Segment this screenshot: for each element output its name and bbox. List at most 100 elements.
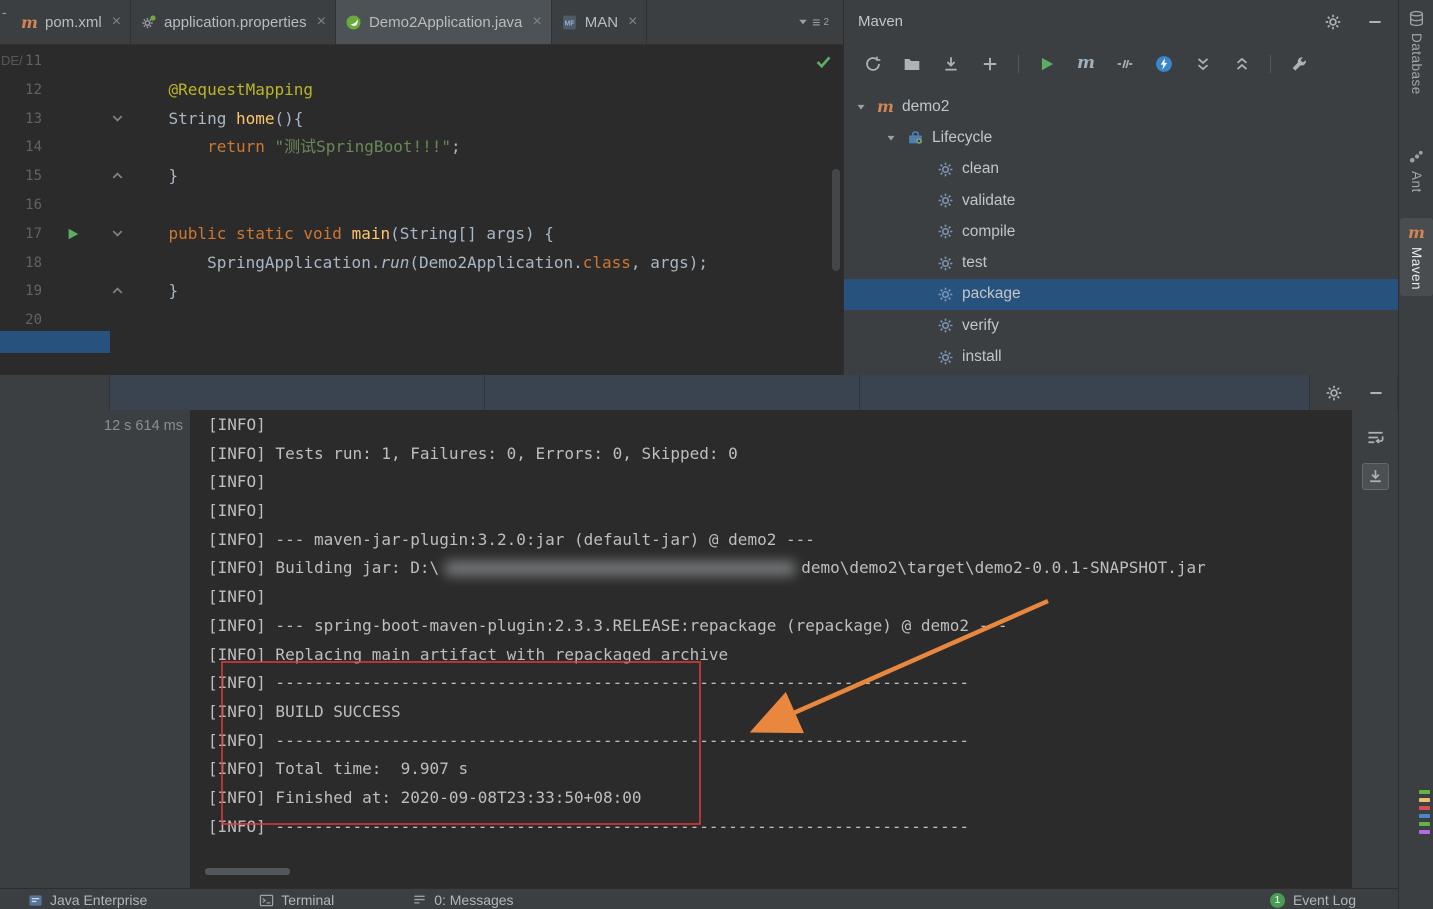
console-line: [INFO] --- spring-boot-maven-plugin:2.3.… <box>208 612 1352 641</box>
stripe-item-database[interactable]: Database <box>1400 4 1433 101</box>
console-hscrollbar-thumb[interactable] <box>205 868 290 875</box>
goal-icon <box>937 161 954 178</box>
maven-node-lifecycle[interactable]: Lifecycle <box>844 122 1398 153</box>
code-line-15: 15 } <box>0 162 843 191</box>
editor-tab-application-properties[interactable]: application.properties× <box>131 0 336 44</box>
console-line: [INFO] ---------------------------------… <box>208 727 1352 756</box>
editor-lines: 1112 @RequestMapping13 String home(){14 … <box>0 47 843 335</box>
add-icon[interactable] <box>977 51 1003 77</box>
console-line: [INFO] <box>208 497 1352 526</box>
gutter <box>44 133 130 162</box>
maven-node-test[interactable]: test <box>844 247 1398 278</box>
execute-goal-icon[interactable]: m <box>1073 51 1099 77</box>
run-icon[interactable] <box>66 227 80 241</box>
tree-label: install <box>960 348 1002 366</box>
console-output[interactable]: [INFO][INFO] Tests run: 1, Failures: 0, … <box>190 410 1352 888</box>
database-icon <box>1408 10 1425 27</box>
stripe-item-ant[interactable]: Ant <box>1400 142 1433 199</box>
side-marker <box>1419 822 1430 826</box>
maven-node-verify[interactable]: verify <box>844 310 1398 341</box>
maven-title: Maven <box>858 13 903 30</box>
edge-artifact-text: DE/ <box>1 53 23 68</box>
code-line-17: 17 public static void main(String[] args… <box>0 220 843 249</box>
status-label: 0: Messages <box>434 892 513 908</box>
fold-down-icon[interactable] <box>110 111 125 126</box>
soft-wrap-icon[interactable] <box>1362 424 1389 451</box>
stripe-item-maven[interactable]: mMaven <box>1400 218 1433 296</box>
java-enterprise-icon <box>28 893 43 908</box>
status-java-enterprise[interactable]: Java Enterprise <box>28 889 147 908</box>
hidden-tabs-dropdown[interactable]: ≡2 <box>797 0 843 44</box>
maven-node-install[interactable]: install <box>844 341 1398 372</box>
hidden-tabs-count: 2 <box>823 17 829 28</box>
skip-tests-icon[interactable] <box>1112 51 1138 77</box>
maven-node-validate[interactable]: validate <box>844 185 1398 216</box>
status-label: Java Enterprise <box>50 892 147 908</box>
fold-up-icon[interactable] <box>110 283 125 298</box>
console-line: [INFO] Total time: 9.907 s <box>208 755 1352 784</box>
scroll-to-end-icon[interactable] <box>1362 463 1389 490</box>
refresh-icon[interactable] <box>860 51 886 77</box>
close-icon[interactable]: × <box>532 14 541 30</box>
chevron-down-icon <box>797 16 809 28</box>
status-items: Java Enterprise Terminal 0: Messages <box>0 889 514 908</box>
download-sources-icon[interactable] <box>938 51 964 77</box>
gear-icon[interactable] <box>1325 384 1343 402</box>
status-label: Terminal <box>281 892 334 908</box>
fold-down-icon[interactable] <box>110 226 125 241</box>
clipped-tab-fragment: - <box>0 0 12 20</box>
event-log-button[interactable]: 1 Event Log <box>1270 889 1356 908</box>
generate-sources-icon[interactable] <box>899 51 925 77</box>
gutter <box>44 191 130 220</box>
editor-scrollbar-thumb[interactable] <box>832 169 840 271</box>
close-icon[interactable]: × <box>112 14 121 30</box>
goal-icon <box>937 286 954 303</box>
svg-text:MF: MF <box>564 20 574 27</box>
line-number: 17 <box>0 220 44 249</box>
close-icon[interactable]: × <box>317 14 326 30</box>
header-segment <box>110 375 485 410</box>
chevron-down-icon[interactable] <box>884 130 901 145</box>
status-terminal[interactable]: Terminal <box>259 889 334 908</box>
console-line: [INFO] --- maven-jar-plugin:3.2.0:jar (d… <box>208 526 1352 555</box>
run-icon[interactable] <box>1034 51 1060 77</box>
maven-tool-window: Maven m mdemo2Lifecyclecleanvalidatecomp… <box>843 0 1398 375</box>
code-line-13: 13 String home(){ <box>0 105 843 134</box>
hide-icon[interactable] <box>1367 384 1385 402</box>
expand-all-icon[interactable] <box>1190 51 1216 77</box>
maven-node-clean[interactable]: clean <box>844 154 1398 185</box>
editor-tab-man[interactable]: MF MAN × <box>552 0 648 44</box>
side-marker <box>1419 806 1430 810</box>
inspections-ok-icon[interactable] <box>814 52 833 71</box>
editor-tab-pom-xml[interactable]: mpom.xml× <box>12 0 131 44</box>
goal-icon <box>937 223 954 240</box>
code-editor[interactable]: DE/ 1112 @RequestMapping13 String home()… <box>0 45 843 375</box>
tree-label: test <box>960 254 987 272</box>
chevron-down-icon <box>914 224 931 239</box>
chevron-down-icon[interactable] <box>854 99 871 114</box>
goal-icon <box>937 349 954 366</box>
console-line: [INFO] ---------------------------------… <box>208 813 1352 842</box>
collapse-all-icon[interactable] <box>1229 51 1255 77</box>
gear-icon[interactable] <box>1324 13 1342 31</box>
gutter <box>44 76 130 105</box>
fold-up-icon[interactable] <box>110 168 125 183</box>
code-line-20: 20 <box>0 306 843 335</box>
code-line-16: 16 <box>0 191 843 220</box>
goal-icon <box>937 192 954 209</box>
hide-icon[interactable] <box>1366 13 1384 31</box>
maven-node-demo2[interactable]: mdemo2 <box>844 91 1398 122</box>
maven-node-package[interactable]: package <box>844 279 1398 310</box>
side-marker-strip <box>1419 790 1430 834</box>
maven-node-compile[interactable]: compile <box>844 216 1398 247</box>
maven-settings-icon[interactable] <box>1286 51 1312 77</box>
line-number: 18 <box>0 249 44 278</box>
tab-label: MAN <box>585 14 618 31</box>
editor-tab-demo2application-java[interactable]: Demo2Application.java× <box>336 0 552 44</box>
tab-strip: mpom.xml×application.properties×Demo2App… <box>12 0 647 44</box>
toggle-offline-icon[interactable] <box>1151 51 1177 77</box>
close-icon[interactable]: × <box>628 14 637 30</box>
status-0-messages[interactable]: 0: Messages <box>412 889 513 908</box>
line-number: 19 <box>0 277 44 306</box>
manifest-file-icon: MF <box>561 14 578 31</box>
